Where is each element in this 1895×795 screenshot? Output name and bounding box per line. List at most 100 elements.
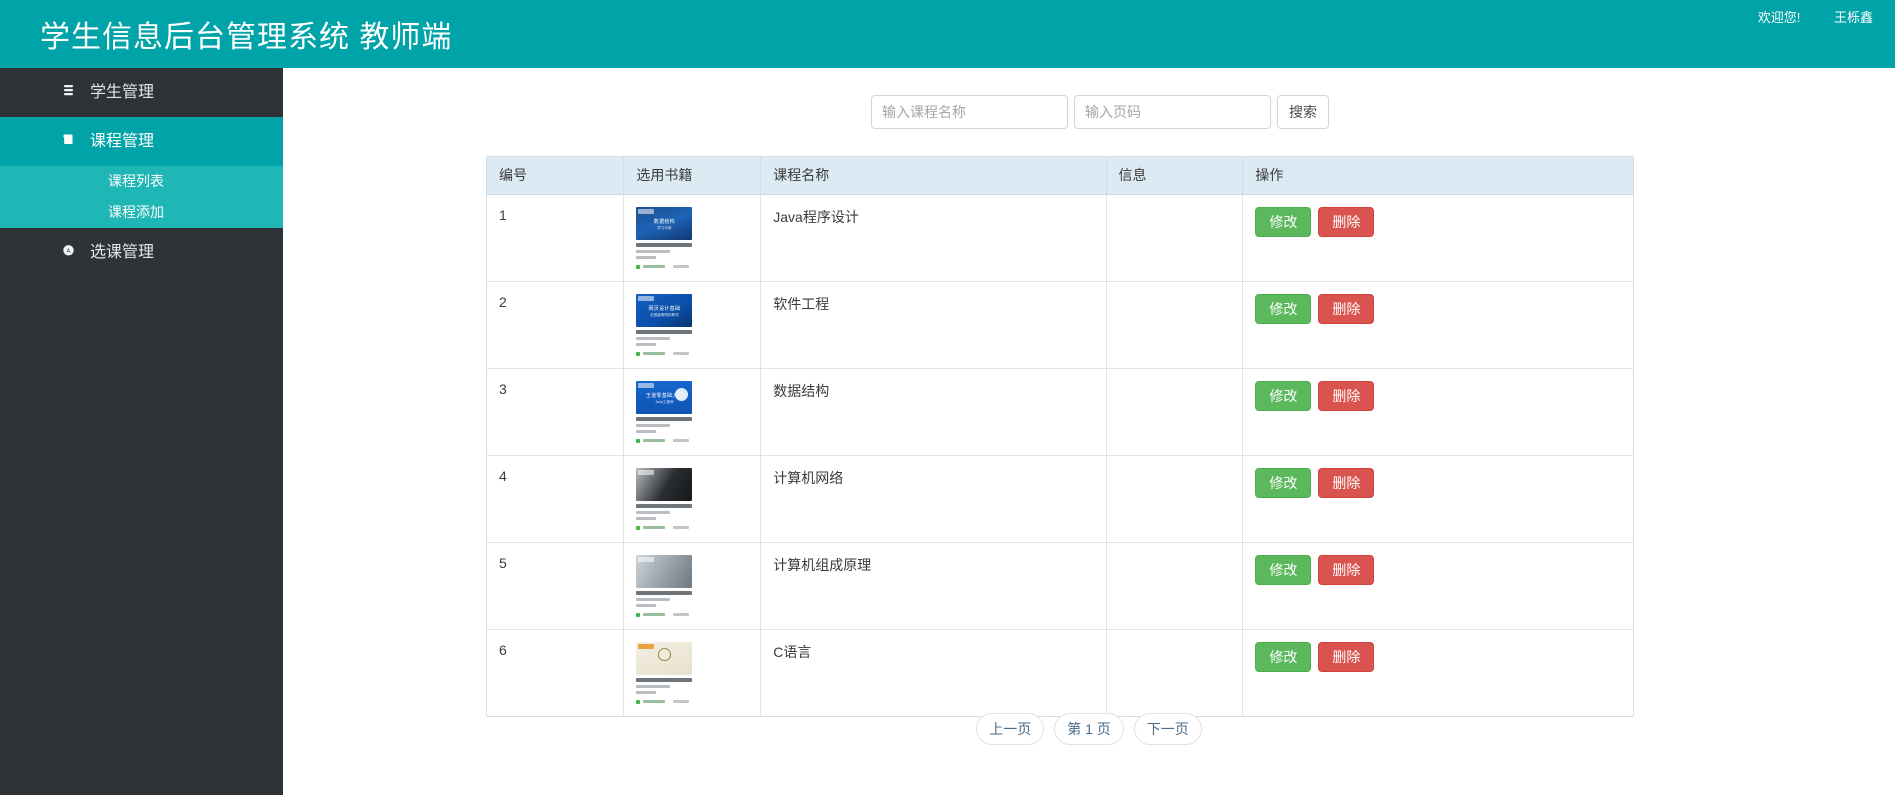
cell-info xyxy=(1106,455,1244,543)
cover-tag xyxy=(638,469,655,475)
cover-subtitle: 学习手册 xyxy=(657,225,672,230)
main-content: 搜索 编号 选用书籍 课程名称 信息 操作 1数据结构学习手册Java程序设计修… xyxy=(283,68,1895,795)
sidebar-item-label: 课程管理 xyxy=(90,133,155,150)
book-status-text xyxy=(643,613,666,616)
table-row: 1 数据结构 学习手册 Java程序设计 修改 删除 xyxy=(487,194,1633,282)
cover-title: 网页设计基础 xyxy=(648,305,681,312)
table-row: 6 C语言 修改 删除 xyxy=(487,629,1633,716)
cell-id: 4 xyxy=(487,455,625,543)
book-status-text xyxy=(643,352,666,355)
welcome-text: 欢迎您! xyxy=(1757,10,1801,25)
cell-id: 6 xyxy=(487,629,625,716)
sidebar-item-course-management[interactable]: 课程管理 xyxy=(0,117,283,166)
sidebar: 学生管理 课程管理 课程列表 课程添加 A 选课管理 xyxy=(0,68,283,795)
cover-title: 数据结构 xyxy=(653,218,675,225)
cover-tag xyxy=(638,556,655,562)
next-page-button[interactable]: 下一页 xyxy=(1133,713,1202,745)
pagination: 上一页 第 1 页 下一页 xyxy=(283,713,1895,745)
book-card[interactable] xyxy=(636,467,693,530)
column-header-id: 编号 xyxy=(487,157,625,195)
book-price-text xyxy=(673,352,690,355)
book-status-line xyxy=(636,525,692,530)
top-header-bar: 学生信息后台管理系统 教师端 欢迎您! 王栎鑫 xyxy=(0,0,1895,68)
book-status-line xyxy=(636,264,692,269)
delete-button[interactable]: 删除 xyxy=(1318,380,1375,411)
status-dot-icon xyxy=(636,438,641,443)
book-card[interactable] xyxy=(636,641,693,704)
prev-page-button[interactable]: 上一页 xyxy=(976,713,1045,745)
book-status-text xyxy=(643,526,666,529)
cell-operations: 修改 删除 xyxy=(1242,281,1633,369)
current-page-indicator[interactable]: 第 1 页 xyxy=(1054,713,1124,745)
course-table-body: 1 数据结构 学习手册 Java程序设计 修改 删除 2 网页设计基础 全国高等院校教材 软件工程… xyxy=(487,194,1633,716)
course-name-search-input[interactable] xyxy=(871,95,1068,129)
book-price-text xyxy=(673,439,690,442)
delete-button[interactable]: 删除 xyxy=(1318,293,1375,324)
cell-id: 5 xyxy=(487,542,625,630)
table-row: 2 网页设计基础 全国高等院校教材 软件工程 修改 删除 xyxy=(487,281,1633,369)
book-meta-line xyxy=(636,684,670,688)
edit-button[interactable]: 修改 xyxy=(1255,467,1312,498)
course-table-container: 编号 选用书籍 课程名称 信息 操作 1 数据结构 学习手册 Java程序设计 修改 删除… xyxy=(486,156,1634,717)
edit-button[interactable]: 修改 xyxy=(1255,293,1312,324)
welcome-area: 欢迎您! 王栎鑫 xyxy=(1758,7,1873,26)
book-cover-image xyxy=(636,467,693,501)
page-number-search-input[interactable] xyxy=(1074,95,1271,129)
status-dot-icon xyxy=(636,699,641,704)
cell-id: 3 xyxy=(487,368,625,456)
edit-button[interactable]: 修改 xyxy=(1255,380,1312,411)
book-meta-line xyxy=(636,690,656,694)
cover-tag xyxy=(638,643,655,649)
book-meta-line xyxy=(636,510,670,514)
book-meta-line xyxy=(636,603,656,607)
cell-book-thumbnail xyxy=(623,542,762,630)
column-header-course-name: 课程名称 xyxy=(760,157,1107,195)
cell-operations: 修改 删除 xyxy=(1243,629,1633,716)
sidebar-item-course-selection-management[interactable]: A 选课管理 xyxy=(0,228,283,277)
book-title-line xyxy=(636,329,693,334)
current-user-name[interactable]: 王栎鑫 xyxy=(1834,10,1873,25)
app-root: 学生信息后台管理系统 教师端 欢迎您! 王栎鑫 学生管理 课程管理 课程列表 课… xyxy=(0,0,1895,795)
page-title: 学生信息后台管理系统 教师端 xyxy=(40,21,453,54)
cell-info xyxy=(1106,281,1244,369)
cover-title: 王道零基础入门 xyxy=(645,392,683,399)
cell-course-name: Java程序设计 xyxy=(760,194,1107,282)
sidebar-subitem-course-add[interactable]: 课程添加 xyxy=(0,197,283,228)
book-card[interactable]: 网页设计基础 全国高等院校教材 xyxy=(636,293,693,356)
status-dot-icon xyxy=(636,264,641,269)
search-button[interactable]: 搜索 xyxy=(1277,95,1329,129)
book-status-text xyxy=(643,265,666,268)
book-card[interactable]: 王道零基础入门 Java工程师 xyxy=(636,380,693,443)
status-dot-icon xyxy=(636,612,641,617)
cell-id: 2 xyxy=(487,281,625,369)
cell-operations: 修改 删除 xyxy=(1242,368,1633,456)
cell-info xyxy=(1106,629,1244,716)
search-toolbar: 搜索 xyxy=(871,95,1329,129)
book-card[interactable]: 数据结构 学习手册 xyxy=(636,206,693,269)
book-price-text xyxy=(673,613,690,616)
cell-operations: 修改 删除 xyxy=(1242,455,1633,543)
delete-button[interactable]: 删除 xyxy=(1318,554,1375,585)
cell-info xyxy=(1106,368,1244,456)
book-meta-line xyxy=(636,342,656,346)
edit-button[interactable]: 修改 xyxy=(1255,554,1312,585)
cell-course-name: 计算机组成原理 xyxy=(760,542,1107,630)
delete-button[interactable]: 删除 xyxy=(1318,206,1375,237)
cell-info xyxy=(1106,194,1244,282)
delete-button[interactable]: 删除 xyxy=(1318,641,1375,672)
cell-book-thumbnail xyxy=(623,629,762,716)
book-status-line xyxy=(636,612,692,617)
cell-book-thumbnail: 数据结构 学习手册 xyxy=(623,194,762,282)
sidebar-item-student-management[interactable]: 学生管理 xyxy=(0,68,283,117)
sidebar-subitem-course-list[interactable]: 课程列表 xyxy=(0,166,283,197)
column-header-book: 选用书籍 xyxy=(623,157,762,195)
edit-button[interactable]: 修改 xyxy=(1255,206,1312,237)
sidebar-item-label: 学生管理 xyxy=(90,84,155,101)
delete-button[interactable]: 删除 xyxy=(1318,467,1375,498)
cell-course-name: 计算机网络 xyxy=(760,455,1107,543)
book-price-text xyxy=(673,700,690,703)
book-meta-line xyxy=(636,423,670,427)
book-card[interactable] xyxy=(636,554,693,617)
edit-button[interactable]: 修改 xyxy=(1255,641,1312,672)
book-cover-image xyxy=(636,554,693,588)
